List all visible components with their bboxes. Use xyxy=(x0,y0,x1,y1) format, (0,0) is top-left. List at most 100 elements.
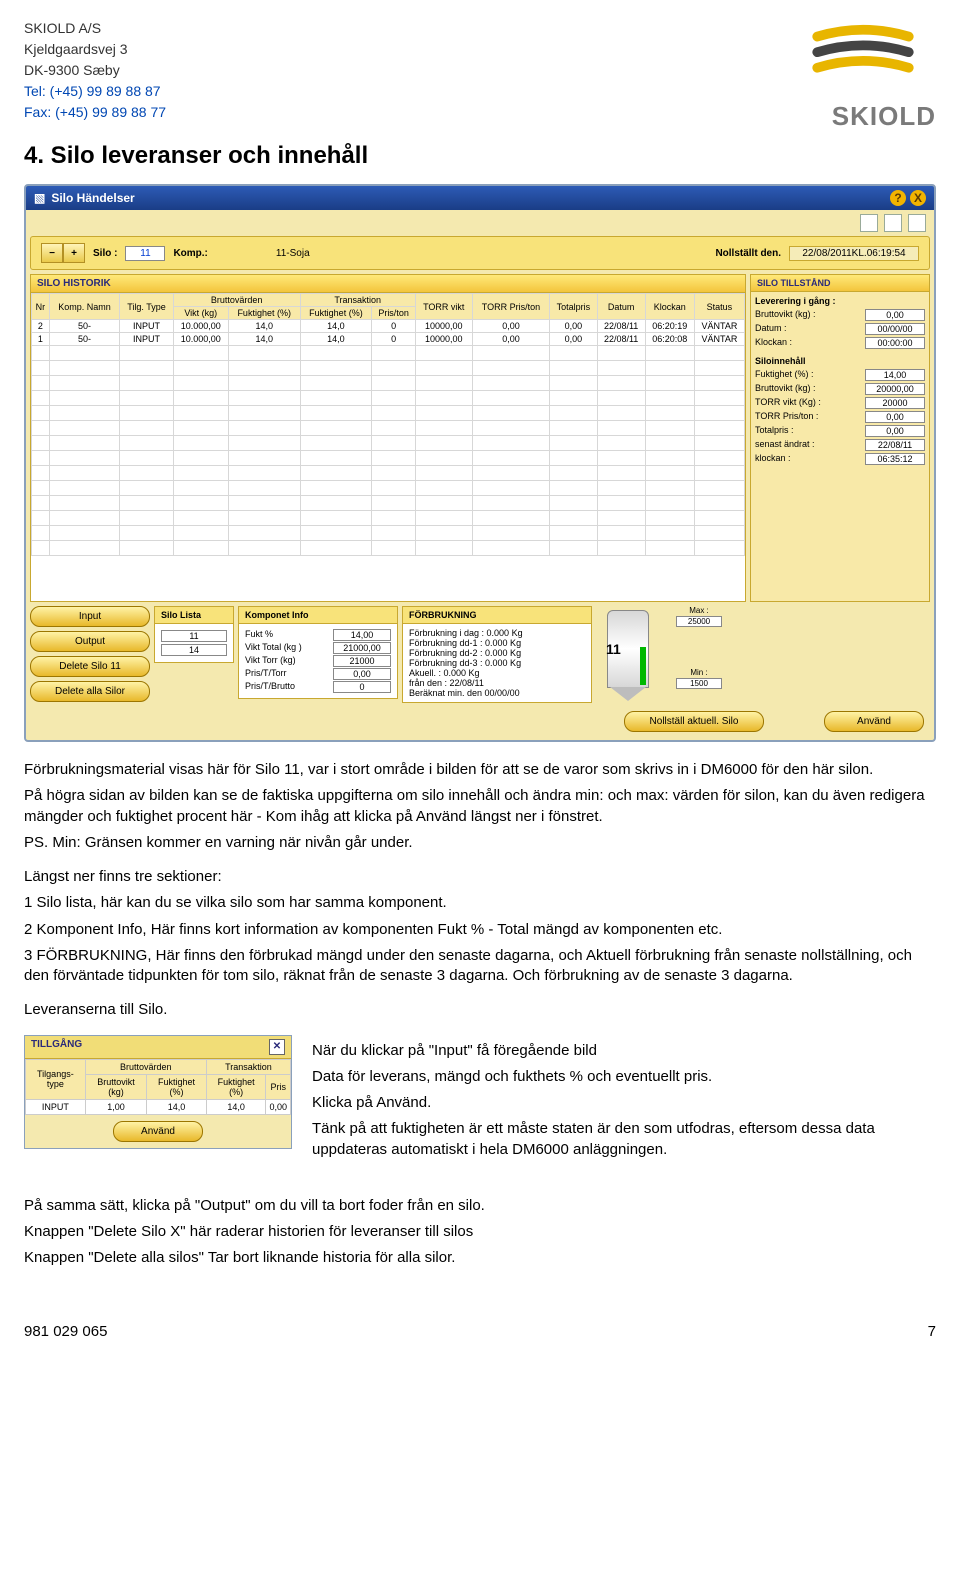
col-totalpris: Totalpris xyxy=(550,294,597,320)
help-icon[interactable]: ? xyxy=(890,190,906,206)
para-3: PS. Min: Gränsen kommer en varning när n… xyxy=(24,833,936,853)
list-item: Förbrukning dd-3 : 0.000 Kg xyxy=(409,658,585,668)
status-kl-l: klockan : xyxy=(755,453,791,465)
tg-col-pris: Pris xyxy=(266,1074,291,1099)
tillgang-close-icon[interactable]: ✕ xyxy=(269,1039,285,1055)
list-item: Akuell. : 0.000 Kg xyxy=(409,668,585,678)
nollstall-button[interactable]: Nollställ aktuell. Silo xyxy=(624,711,764,732)
komp-label: Komp.: xyxy=(173,248,207,259)
table-row[interactable]: 150-INPUT10.000,0014,014,0010000,000,000… xyxy=(32,333,745,346)
close-icon[interactable]: X xyxy=(910,190,926,206)
tg-col-f2: Fuktighet (%) xyxy=(206,1074,266,1099)
table-row: INPUT 1,00 14,0 14,0 0,00 xyxy=(26,1099,291,1114)
tillgang-anvand-button[interactable]: Använd xyxy=(113,1121,203,1142)
status-senast-v: 22/08/11 xyxy=(865,439,925,451)
silo-number-input[interactable]: 11 xyxy=(125,246,165,261)
document-icon[interactable] xyxy=(860,214,878,232)
tg-pris[interactable]: 0,00 xyxy=(266,1099,291,1114)
tg-col-f1: Fuktighet (%) xyxy=(147,1074,207,1099)
f-para-2: Knappen "Delete Silo X" här raderar hist… xyxy=(24,1222,936,1242)
refresh-icon[interactable] xyxy=(884,214,902,232)
table-row[interactable]: 250-INPUT10.000,0014,014,0010000,000,000… xyxy=(32,320,745,333)
komponent-info-panel: Komponet Info Fukt %14,00Vikt Total (kg … xyxy=(238,606,398,699)
status-torr-v[interactable]: 20000 xyxy=(865,397,925,409)
table-row xyxy=(32,376,745,391)
tg-col-typ: Tilgangs-type xyxy=(26,1059,86,1099)
status-klockan-v: 00:00:00 xyxy=(865,337,925,349)
status-bruttovikt-l: Bruttovikt (kg) : xyxy=(755,309,816,321)
list-item: Förbrukning i dag : 0.000 Kg xyxy=(409,628,585,638)
list-item[interactable]: 14 xyxy=(161,644,227,656)
status-kl-v: 06:35:12 xyxy=(865,453,925,465)
leverering-label: Leverering i gång : xyxy=(751,292,929,308)
status-torrpris-l: TORR Pris/ton : xyxy=(755,411,818,423)
forbrukning-title: FÖRBRUKNING xyxy=(403,607,591,624)
list-2: 2 Komponent Info, Här finns kort informa… xyxy=(24,920,936,940)
table-row xyxy=(32,421,745,436)
tg-col-brutto-grp: Bruttovärden xyxy=(85,1059,206,1074)
status-bv-v[interactable]: 20000,00 xyxy=(865,383,925,395)
silo-status-title: SILO TILLSTÅND xyxy=(751,275,929,292)
min-label: Min : xyxy=(664,668,734,677)
table-row xyxy=(32,436,745,451)
max-label: Max : xyxy=(664,606,734,615)
delete-silo-button[interactable]: Delete Silo 11 xyxy=(30,656,150,677)
para-1: Förbrukningsmaterial visas här för Silo … xyxy=(24,760,936,780)
delete-all-button[interactable]: Delete alla Silor xyxy=(30,681,150,702)
list-item: Vikt Torr (kg)21000 xyxy=(245,655,391,667)
list-item: Beräknat min. den 00/00/00 xyxy=(409,688,585,698)
col-status: Status xyxy=(694,294,744,320)
col-nr: Nr xyxy=(32,294,50,320)
status-totpris-l: Totalpris : xyxy=(755,425,794,437)
status-torrpris-v[interactable]: 0,00 xyxy=(865,411,925,423)
nollstallt-value: 22/08/2011KL.06:19:54 xyxy=(789,246,919,261)
app-icon: ▧ xyxy=(34,191,45,205)
final-text: På samma sätt, klicka på "Output" om du … xyxy=(24,1196,936,1269)
table-row xyxy=(32,406,745,421)
input-button[interactable]: Input xyxy=(30,606,150,627)
table-row xyxy=(32,511,745,526)
tg-typ: INPUT xyxy=(26,1099,86,1114)
forbrukning-panel: FÖRBRUKNING Förbrukning i dag : 0.000 Kg… xyxy=(402,606,592,703)
tg-brutto[interactable]: 1,00 xyxy=(85,1099,147,1114)
status-fukt-v[interactable]: 14,00 xyxy=(865,369,925,381)
skiold-logo-icon xyxy=(790,18,936,98)
col-tilg: Tilg. Type xyxy=(120,294,173,320)
silo-label: Silo : xyxy=(93,248,117,259)
r-para-1: När du klickar på "Input" få föregående … xyxy=(312,1041,936,1061)
list-item: Förbrukning dd-1 : 0.000 Kg xyxy=(409,638,585,648)
list-item[interactable]: 11 xyxy=(161,630,227,642)
max-value[interactable]: 25000 xyxy=(676,616,722,627)
tg-f2[interactable]: 14,0 xyxy=(206,1099,266,1114)
silo-number-label: 11 xyxy=(606,641,621,657)
para-4: Längst ner finns tre sektioner: xyxy=(24,867,936,887)
tg-col-brutto: Bruttovikt (kg) xyxy=(85,1074,147,1099)
col-vikt: Vikt (kg) xyxy=(173,307,228,320)
window-title: Silo Händelser xyxy=(51,191,134,205)
print-icon[interactable] xyxy=(908,214,926,232)
silo-minus-button[interactable]: − xyxy=(41,243,63,263)
table-row xyxy=(32,481,745,496)
col-fukt1: Fuktighet (%) xyxy=(228,307,300,320)
nollstallt-label: Nollställt den. xyxy=(715,248,781,259)
col-datum: Datum xyxy=(597,294,645,320)
anvand-button[interactable]: Använd xyxy=(824,711,924,732)
silo-graphic: 11 xyxy=(596,606,660,688)
tillgang-table: Tilgangs-type Bruttovärden Transaktion B… xyxy=(25,1059,291,1115)
list-item: från den : 22/08/11 xyxy=(409,678,585,688)
para-2: På högra sidan av bilden kan se de fakti… xyxy=(24,786,936,827)
tillgang-title: TILLGÅNG xyxy=(31,1039,82,1055)
min-value[interactable]: 1500 xyxy=(676,678,722,689)
silo-plus-button[interactable]: + xyxy=(63,243,85,263)
komp-value: 11-Soja xyxy=(276,248,310,259)
page-footer: 981 029 065 7 xyxy=(24,1323,936,1340)
output-button[interactable]: Output xyxy=(30,631,150,652)
komponent-info-title: Komponet Info xyxy=(239,607,397,624)
tg-f1[interactable]: 14,0 xyxy=(147,1099,207,1114)
status-totpris-v[interactable]: 0,00 xyxy=(865,425,925,437)
silo-selector-bar: − + Silo : 11 Komp.: 11-Soja Nollställt … xyxy=(30,236,930,270)
brand-logo: SKIOLD xyxy=(790,18,936,132)
status-datum-v: 00/00/00 xyxy=(865,323,925,335)
table-row xyxy=(32,391,745,406)
status-fukt-l: Fuktighet (%) : xyxy=(755,369,814,381)
